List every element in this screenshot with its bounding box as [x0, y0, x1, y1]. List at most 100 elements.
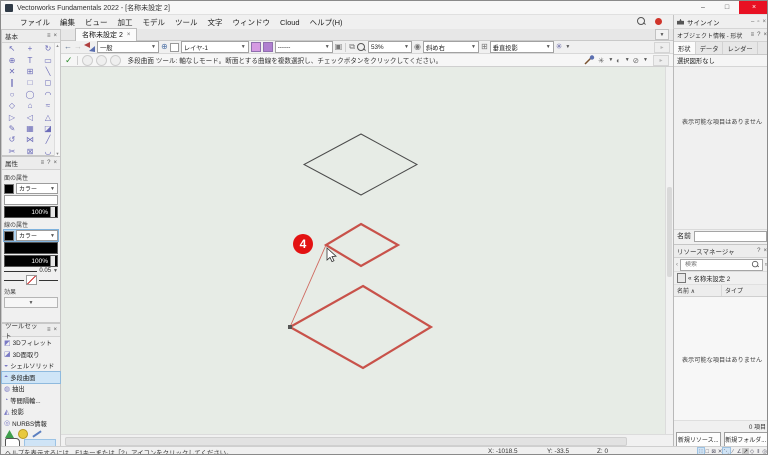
palette-close-icon[interactable]: × — [53, 327, 57, 333]
zoom-icon[interactable] — [356, 42, 366, 52]
texture-icon[interactable]: ◐ — [616, 56, 621, 65]
resource-list[interactable]: 表示可能な項目はありません — [674, 297, 767, 420]
menu-item[interactable]: ウィンドウ — [228, 15, 276, 29]
palette-menu-icon[interactable]: ≡ — [751, 32, 755, 38]
view-dropdown[interactable]: 斜め右 ▼ — [422, 41, 479, 53]
new-folder-button[interactable]: 新規フォルダ... — [723, 432, 767, 447]
saved-view-dropdown[interactable]: ------ ▼ — [274, 41, 333, 53]
breadcrumb[interactable]: « 名称未設定 2 — [674, 272, 767, 285]
class-options-icon[interactable] — [250, 42, 261, 52]
menu-item[interactable]: ツール — [170, 15, 203, 29]
palette-menu-icon[interactable]: ≡ — [41, 160, 45, 166]
object-info-tab[interactable]: レンダー — [723, 42, 758, 54]
modebar-overflow-button[interactable]: ▸ — [653, 54, 669, 66]
gear-icon[interactable]: ✳ — [556, 43, 563, 51]
menu-item[interactable]: Cloud — [275, 15, 305, 29]
snap-icon[interactable]: ◎ — [762, 448, 767, 454]
expand-icon[interactable]: » — [765, 262, 767, 268]
search-box[interactable] — [680, 258, 763, 271]
dock-minimize-icon[interactable]: – — [751, 19, 754, 25]
fill-swatch[interactable] — [4, 183, 14, 194]
maximize-button[interactable]: □ — [715, 1, 739, 14]
basic-tool[interactable]: ↖ — [3, 43, 21, 54]
toolset-item[interactable]: ◎ NURBS情報 — [2, 418, 60, 430]
palette-help-icon[interactable]: ? — [757, 32, 760, 38]
minimize-button[interactable]: – — [691, 1, 715, 14]
basic-tool[interactable]: ▦ — [21, 123, 39, 134]
basic-tool[interactable]: T — [21, 54, 39, 65]
document-tab[interactable]: 名称未設定 2 × — [75, 28, 138, 41]
pen-style-dropdown[interactable]: カラー ▼ — [16, 230, 58, 241]
basic-tool[interactable]: ◁ — [21, 111, 39, 122]
dock-restore-icon[interactable]: ▫ — [757, 19, 759, 25]
palette-close-icon[interactable]: × — [53, 33, 57, 39]
back-icon[interactable]: ← — [64, 43, 72, 51]
search-input[interactable] — [683, 260, 751, 269]
basic-tool[interactable]: ✎ — [3, 123, 21, 134]
palette-menu-icon[interactable]: ≡ — [47, 33, 51, 39]
toolset-item[interactable]: ◭ 投影 — [2, 406, 60, 418]
attribute-transfer-icon[interactable] — [84, 42, 95, 52]
column-header[interactable]: タイプ — [722, 285, 767, 296]
search-icon[interactable] — [637, 17, 646, 26]
collapse-icon[interactable]: ‹ — [676, 262, 678, 268]
brush-icon[interactable] — [32, 430, 42, 438]
basic-tool[interactable]: ↺ — [3, 134, 21, 145]
basic-tool[interactable]: ▷ — [3, 111, 21, 122]
pen-opacity-bar[interactable]: 100% — [4, 255, 58, 267]
menu-item[interactable]: ヘルプ(H) — [305, 15, 348, 29]
palette-help-icon[interactable]: ? — [47, 160, 50, 166]
large-red-diamond[interactable] — [287, 284, 434, 370]
toolset-item[interactable]: ◓ 多段曲面 — [1, 370, 61, 384]
palette-help-icon[interactable]: ? — [757, 248, 760, 254]
class-dropdown[interactable]: 一般 ▼ — [97, 41, 159, 53]
object-info-tab[interactable]: データ — [696, 42, 724, 54]
new-resource-button[interactable]: 新規リソース... — [676, 432, 721, 447]
scroll-thumb[interactable] — [65, 437, 627, 446]
basic-tool[interactable]: ○ — [3, 89, 21, 100]
toolset-item[interactable]: ◒ シェルソリッド — [2, 360, 60, 372]
layer-dropdown[interactable]: レイヤ-1 ▼ — [180, 41, 249, 53]
small-red-diamond[interactable] — [323, 222, 401, 268]
layer-checkbox[interactable] — [169, 42, 179, 52]
basic-tool[interactable]: ⌂ — [21, 100, 39, 111]
tab-close-icon[interactable]: × — [127, 32, 131, 38]
basic-tool[interactable]: + — [21, 43, 39, 54]
globe-icon[interactable]: ⊕ — [161, 43, 168, 51]
chevron-down-icon[interactable]: ▼ — [565, 44, 570, 50]
toolset-item[interactable]: ◪ 3D面取り — [2, 349, 60, 361]
fill-color-bar[interactable] — [4, 195, 58, 205]
drawing-canvas[interactable]: 4 — [61, 67, 665, 434]
signin-label[interactable]: サインイン — [687, 17, 720, 27]
viewbar-overflow-button[interactable]: ▸ — [654, 41, 670, 53]
terrain-icon[interactable] — [5, 430, 14, 438]
basic-tool[interactable]: ⊕ — [3, 54, 21, 65]
tab-overflow-button[interactable]: ▼ — [655, 29, 669, 40]
palette-close-icon[interactable]: × — [763, 32, 767, 38]
no-style-icon[interactable]: ⊘ — [633, 56, 639, 65]
toolset-item[interactable]: ◔ 等間隔輪... — [2, 395, 60, 407]
fill-opacity-bar[interactable]: 100% — [4, 206, 58, 218]
palette-menu-icon[interactable]: ≡ — [47, 327, 51, 333]
menu-item[interactable]: 編集 — [55, 15, 80, 29]
horizontal-scrollbar[interactable] — [61, 434, 673, 446]
bulb-icon[interactable] — [18, 429, 28, 439]
basic-tool[interactable]: ∥ — [3, 77, 21, 88]
record-icon[interactable] — [655, 18, 662, 25]
menu-item[interactable]: 加工 — [113, 15, 138, 29]
menu-item[interactable]: 文字 — [203, 15, 228, 29]
vertical-scrollbar[interactable] — [665, 67, 673, 434]
column-header[interactable]: 名前 ∧ — [674, 285, 722, 296]
pen-swatch[interactable] — [4, 230, 14, 241]
pen-color-bar[interactable] — [4, 242, 58, 254]
basic-tool[interactable]: ✕ — [3, 66, 21, 77]
close-button[interactable]: × — [739, 1, 767, 14]
basic-tool[interactable]: ⋈ — [21, 134, 39, 145]
scroll-thumb[interactable] — [667, 187, 672, 277]
gray-diamond[interactable] — [302, 133, 419, 196]
gear-icon[interactable]: ✳ — [598, 56, 604, 65]
eye-icon[interactable]: ◉ — [414, 43, 421, 51]
toolset-item[interactable]: ◍ 抽出 — [2, 383, 60, 395]
basic-tool[interactable]: ⊞ — [21, 66, 39, 77]
palette-close-icon[interactable]: × — [763, 248, 767, 254]
